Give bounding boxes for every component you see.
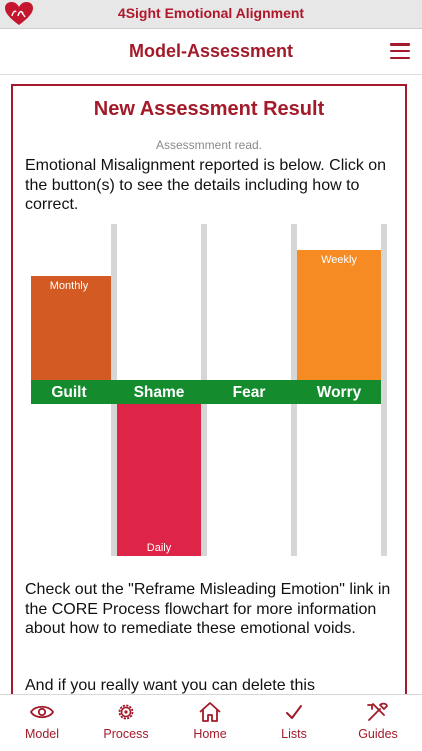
tab-lists[interactable]: Lists: [252, 699, 336, 747]
gear-icon: [118, 704, 134, 720]
tab-guides-label: Guides: [358, 727, 398, 741]
card-title: New Assessment Result: [93, 98, 325, 120]
tab-lists-label: Lists: [281, 727, 307, 741]
navigation-bar: Model-Assessment: [0, 29, 422, 75]
tab-home[interactable]: Home: [168, 699, 252, 747]
status-message: Assessmment read.: [155, 138, 263, 152]
tab-home-label: Home: [193, 727, 227, 741]
tab-guides[interactable]: Guides: [336, 699, 420, 747]
intro-text: Emotional Misalignment reported is below…: [25, 157, 387, 213]
category-label-shame: Shame: [134, 384, 185, 401]
emotion-chart-svg: Monthly Daily Weekly Guilt Shame Fear Worry: [31, 224, 387, 556]
tab-bar: Model Process Home Lists Guides: [0, 694, 422, 751]
eye-icon: [29, 705, 55, 719]
hamburger-icon: [390, 43, 410, 46]
hamburger-icon-bar: [390, 49, 410, 53]
page-title: Model-Assessment: [128, 41, 294, 61]
hamburger-icon-bar: [390, 56, 410, 60]
emotion-chart: Monthly Daily Weekly Guilt Shame Fear Worry: [31, 224, 393, 556]
data-label-shame: Daily: [147, 542, 172, 554]
assessment-result-card: New Assessment Result Assessmment read. …: [11, 84, 407, 704]
category-label-worry: Worry: [317, 384, 362, 401]
category-label-guilt: Guilt: [51, 384, 86, 401]
data-label-worry: Weekly: [321, 254, 357, 266]
tab-model[interactable]: Model: [0, 699, 84, 747]
category-label-fear: Fear: [233, 384, 266, 401]
app-title: 4Sight Emotional Alignment: [117, 5, 305, 21]
tools-icon: [367, 702, 388, 721]
tab-process-label: Process: [103, 727, 149, 741]
delete-note-text: And if you really want you can delete th…: [25, 677, 315, 694]
bar-shame[interactable]: [117, 404, 201, 556]
home-icon: [199, 702, 221, 722]
tab-process[interactable]: Process: [84, 699, 168, 747]
data-label-guilt: Monthly: [50, 280, 89, 292]
followup-text: Check out the "Reframe Misleading Emotio…: [25, 581, 391, 637]
bar-worry[interactable]: [297, 250, 381, 380]
checkmark-icon: [286, 705, 302, 719]
chart-divider: [381, 224, 387, 556]
hamburger-menu-button[interactable]: [390, 43, 410, 60]
status-header: 4Sight Emotional Alignment: [0, 0, 422, 29]
tab-model-label: Model: [24, 727, 60, 741]
